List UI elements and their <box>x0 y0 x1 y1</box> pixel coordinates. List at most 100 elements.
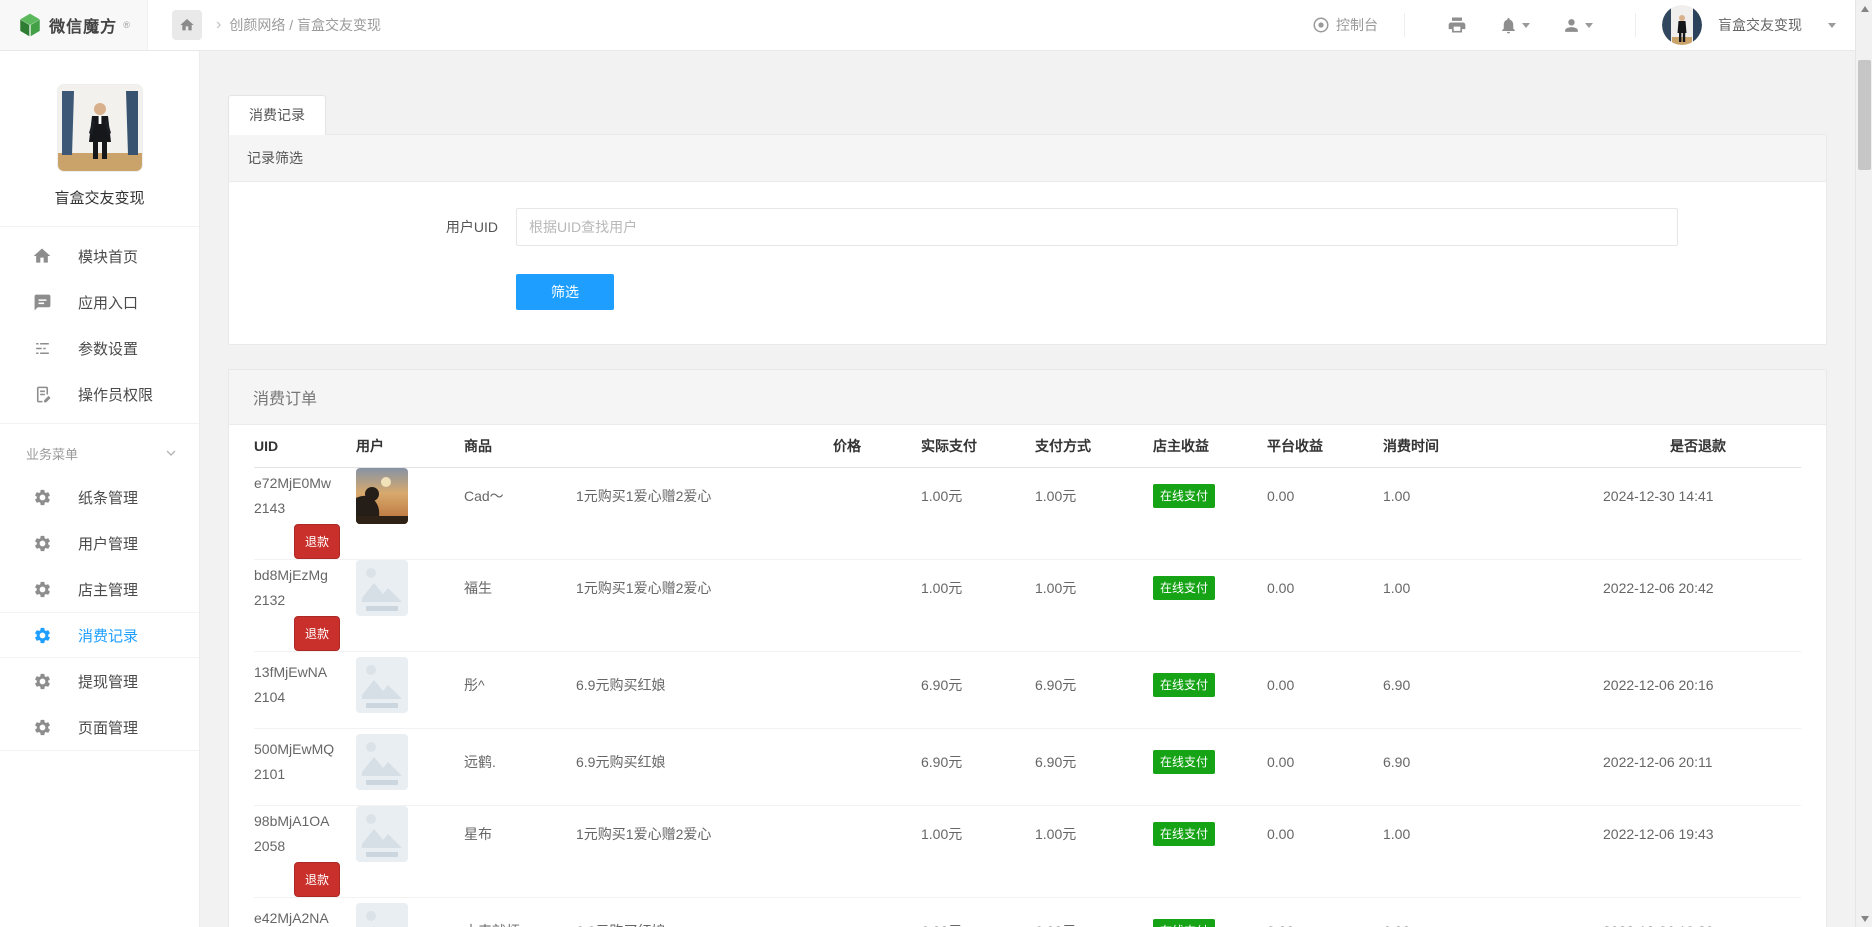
owner-income: 0.00 <box>1267 677 1383 693</box>
platform-income: 6.90 <box>1383 677 1603 693</box>
pay-method-badge: 在线支付 <box>1153 822 1215 846</box>
consumption-time: 2022-12-06 20:16 <box>1603 677 1801 693</box>
table-row: e72MjE0Mw 2143 <box>254 468 1801 560</box>
owner-income: 0.00 <box>1267 488 1383 504</box>
scroll-down-button[interactable] <box>1856 910 1872 927</box>
home-icon <box>179 17 195 33</box>
sidebar-item-operator-permissions[interactable]: 操作员权限 <box>0 371 199 417</box>
sidebar-item-business[interactable]: 店主管理 <box>0 566 199 612</box>
column-header-price: 价格 <box>833 436 921 456</box>
sidebar-item-business[interactable]: 用户管理 <box>0 520 199 566</box>
sidebar-item-business[interactable]: 提现管理 <box>0 658 199 704</box>
product-name: 1元购买1爱心赠2爱心 <box>576 824 921 844</box>
price: 1.00元 <box>921 578 1035 598</box>
refund-cell: 退款 <box>254 862 356 897</box>
person-icon <box>1562 16 1581 35</box>
caret-down-icon <box>1585 23 1593 28</box>
account-name[interactable]: 盲盒交友变现 <box>1718 15 1802 35</box>
module-photo-image <box>58 85 142 171</box>
table-header-row: UID 用户 商品 价格 实际支付 支付方式 店主收益 平台收益 消费时间 是否… <box>254 425 1801 468</box>
product-name: 1元购买1爱心赠2爱心 <box>576 486 921 506</box>
breadcrumb-path[interactable]: 创颜网络 / 盲盒交友变现 <box>229 15 381 35</box>
platform-income: 1.00 <box>1383 580 1603 596</box>
avatar-photo <box>1662 5 1702 45</box>
sidebar-section-business-menu[interactable]: 业务菜单 <box>0 432 199 474</box>
sidebar-item-app-entry[interactable]: 应用入口 <box>0 279 199 325</box>
module-title: 盲盒交友变现 <box>0 187 199 208</box>
sidebar-item-label: 店主管理 <box>78 579 138 600</box>
user-avatar-cell <box>356 657 464 713</box>
column-header-refund: 是否退款 <box>1603 436 1801 456</box>
consumption-time: 2024-12-30 14:41 <box>1603 488 1801 504</box>
sidebar-item-label: 页面管理 <box>78 717 138 738</box>
apps-button[interactable] <box>1447 15 1467 35</box>
chevron-down-icon <box>163 445 179 461</box>
filter-form: 用户UID 筛选 <box>229 182 1826 344</box>
sidebar-item-module-home[interactable]: 模块首页 <box>0 233 199 279</box>
app-logo[interactable]: 微信魔方 ® <box>0 0 148 50</box>
user-avatar <box>356 560 408 616</box>
filter-button[interactable]: 筛选 <box>516 274 614 310</box>
breadcrumb-home-button[interactable] <box>172 10 202 40</box>
triangle-up-icon <box>1861 6 1869 12</box>
sidebar-item-label: 操作员权限 <box>78 384 153 405</box>
account-caret-down-icon[interactable] <box>1828 23 1836 28</box>
pay-method-badge: 在线支付 <box>1153 484 1215 508</box>
uid-number: 2143 <box>254 496 348 521</box>
uid-input[interactable] <box>516 208 1678 246</box>
actual-paid: 1.00元 <box>1035 486 1153 506</box>
price: 1.00元 <box>921 486 1035 506</box>
column-header-time: 消费时间 <box>1383 436 1603 456</box>
user-avatar <box>356 657 408 713</box>
caret-down-icon <box>1522 23 1530 28</box>
module-photo <box>58 85 142 171</box>
consumption-time: 2022-12-06 19:39 <box>1603 923 1801 927</box>
avatar-placeholder <box>356 806 408 862</box>
refund-button[interactable]: 退款 <box>294 862 340 897</box>
sidebar: 盲盒交友变现 模块首页 应用入口 参数设置 <box>0 51 200 927</box>
home-icon <box>32 246 52 266</box>
user-avatar <box>356 734 408 790</box>
sidebar-item-active[interactable]: 消费记录 <box>0 612 199 658</box>
sidebar-item-business[interactable]: 页面管理 <box>0 704 199 750</box>
orders-panel: 消费订单 UID 用户 商品 价格 实际支付 支付方式 店主收益 平台收益 消费… <box>228 369 1827 927</box>
owner-income: 0.00 <box>1267 826 1383 842</box>
navbar-right: 控制台 <box>1312 0 1872 50</box>
account-avatar[interactable] <box>1662 5 1702 45</box>
scrollbar-thumb[interactable] <box>1858 60 1871 170</box>
refund-button[interactable]: 退款 <box>294 616 340 651</box>
avatar-placeholder <box>356 903 408 927</box>
sidebar-item-business[interactable]: 纸条管理 <box>0 474 199 520</box>
filter-panel-title: 记录筛选 <box>229 135 1826 182</box>
sidebar-menu: 模块首页 应用入口 参数设置 操作员权限 <box>0 227 199 751</box>
uid-code: bd8MjEzMg <box>254 563 348 588</box>
tab-consumption-records[interactable]: 消费记录 <box>228 95 326 135</box>
sidebar-section-items: 纸条管理 用户管理 店主管理 消费记录 提现管理 页面管理 <box>0 474 199 750</box>
table-body: e72MjE0Mw 2143 <box>254 468 1801 927</box>
uid-cell: 98bMjA1OA 2058 <box>254 809 356 859</box>
user-menu[interactable] <box>1562 16 1593 35</box>
owner-income: 0.00 <box>1267 923 1383 927</box>
uid-number: 2058 <box>254 834 348 859</box>
uid-cell: 13fMjEwNA 2104 <box>254 660 356 710</box>
console-link[interactable]: 控制台 <box>1312 15 1378 35</box>
breadcrumb: › 创颜网络 / 盲盒交友变现 <box>216 15 381 35</box>
vertical-scrollbar[interactable] <box>1855 0 1872 927</box>
refund-button[interactable]: 退款 <box>294 524 340 559</box>
uid-number: 2132 <box>254 588 348 613</box>
notifications-menu[interactable] <box>1499 16 1530 35</box>
sidebar-item-label: 用户管理 <box>78 533 138 554</box>
column-header-product: 商品 <box>464 436 833 456</box>
gear-icon <box>32 672 52 691</box>
uid-number: 2104 <box>254 685 348 710</box>
uid-code: 13fMjEwNA <box>254 660 348 685</box>
divider <box>0 423 199 424</box>
scroll-up-button[interactable] <box>1856 0 1872 17</box>
actual-paid: 6.90元 <box>1035 921 1153 927</box>
sidebar-item-parameters[interactable]: 参数设置 <box>0 325 199 371</box>
actual-paid: 6.90元 <box>1035 752 1153 772</box>
gear-icon <box>32 718 52 737</box>
breadcrumb-chevron-icon: › <box>216 16 221 34</box>
table-row: 500MjEwMQ 2101 <box>254 729 1801 806</box>
consumption-time: 2022-12-06 20:11 <box>1603 754 1801 770</box>
